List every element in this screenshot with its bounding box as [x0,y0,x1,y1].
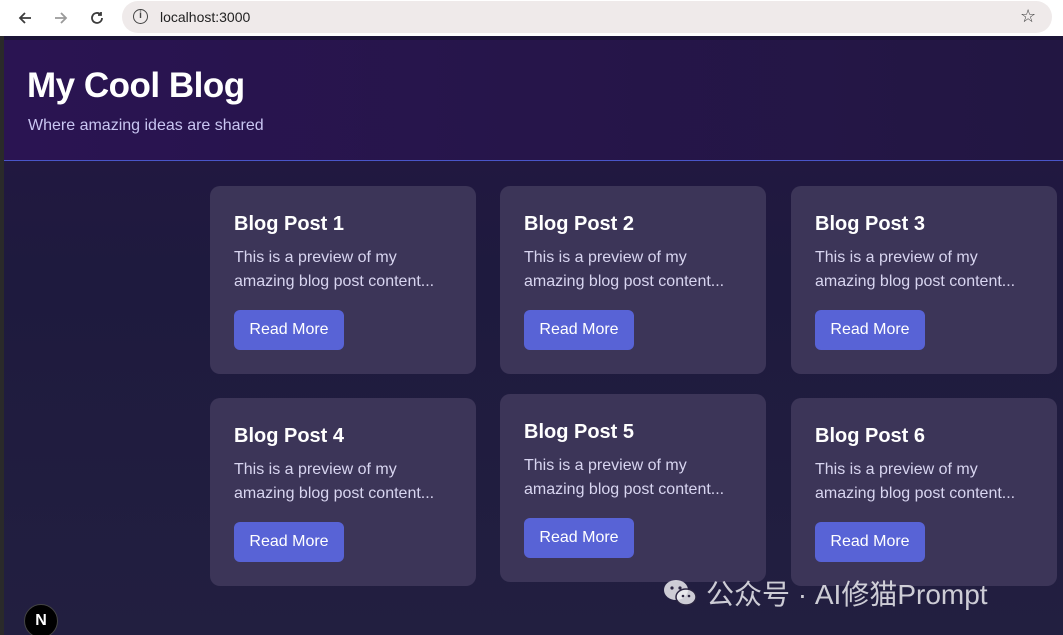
card-preview: This is a preview of my amazing blog pos… [524,249,725,290]
card-preview: This is a preview of my amazing blog pos… [234,249,435,290]
read-more-button[interactable]: Read More [234,522,344,562]
blog-card: Blog Post 3 This is a preview of my amaz… [791,186,1057,374]
info-icon[interactable]: i [133,9,148,24]
blog-card: Blog Post 4 This is a preview of my amaz… [210,398,476,586]
star-icon[interactable]: ☆ [1020,6,1036,27]
arrow-right-icon[interactable] [50,7,72,29]
blog-card: Blog Post 2 This is a preview of my amaz… [500,186,766,374]
card-title: Blog Post 1 [234,213,345,235]
watermark-text: 公众号 · AI修猫Prompt [706,579,988,610]
read-more-button[interactable]: Read More [524,518,634,558]
card-title: Blog Post 4 [234,425,345,447]
page-subtitle: Where amazing ideas are shared [28,117,264,134]
wechat-icon [662,578,698,608]
card-title: Blog Post 5 [524,421,635,443]
page-title: My Cool Blog [27,66,245,105]
page: My Cool Blog Where amazing ideas are sha… [4,40,1063,635]
card-preview: This is a preview of my amazing blog pos… [524,457,725,498]
blog-card: Blog Post 6 This is a preview of my amaz… [791,398,1057,586]
site-header: My Cool Blog Where amazing ideas are sha… [4,40,1063,161]
nextjs-badge[interactable]: N [24,604,58,635]
blog-card: Blog Post 5 This is a preview of my amaz… [500,394,766,582]
read-more-button[interactable]: Read More [815,310,925,350]
read-more-button[interactable]: Read More [524,310,634,350]
reload-icon[interactable] [86,7,108,29]
card-title: Blog Post 6 [815,425,926,447]
blog-card: Blog Post 1 This is a preview of my amaz… [210,186,476,374]
read-more-button[interactable]: Read More [815,522,925,562]
card-title: Blog Post 3 [815,213,926,235]
card-preview: This is a preview of my amazing blog pos… [815,249,1016,290]
url-text[interactable]: localhost:3000 [160,9,250,25]
card-title: Blog Post 2 [524,213,635,235]
arrow-left-icon[interactable] [14,7,36,29]
address-bar[interactable] [122,1,1052,33]
browser-toolbar: i localhost:3000 ☆ [0,0,1063,36]
card-preview: This is a preview of my amazing blog pos… [234,461,435,502]
watermark: 公众号 · AI修猫Prompt [662,576,988,610]
read-more-button[interactable]: Read More [234,310,344,350]
card-preview: This is a preview of my amazing blog pos… [815,461,1016,502]
